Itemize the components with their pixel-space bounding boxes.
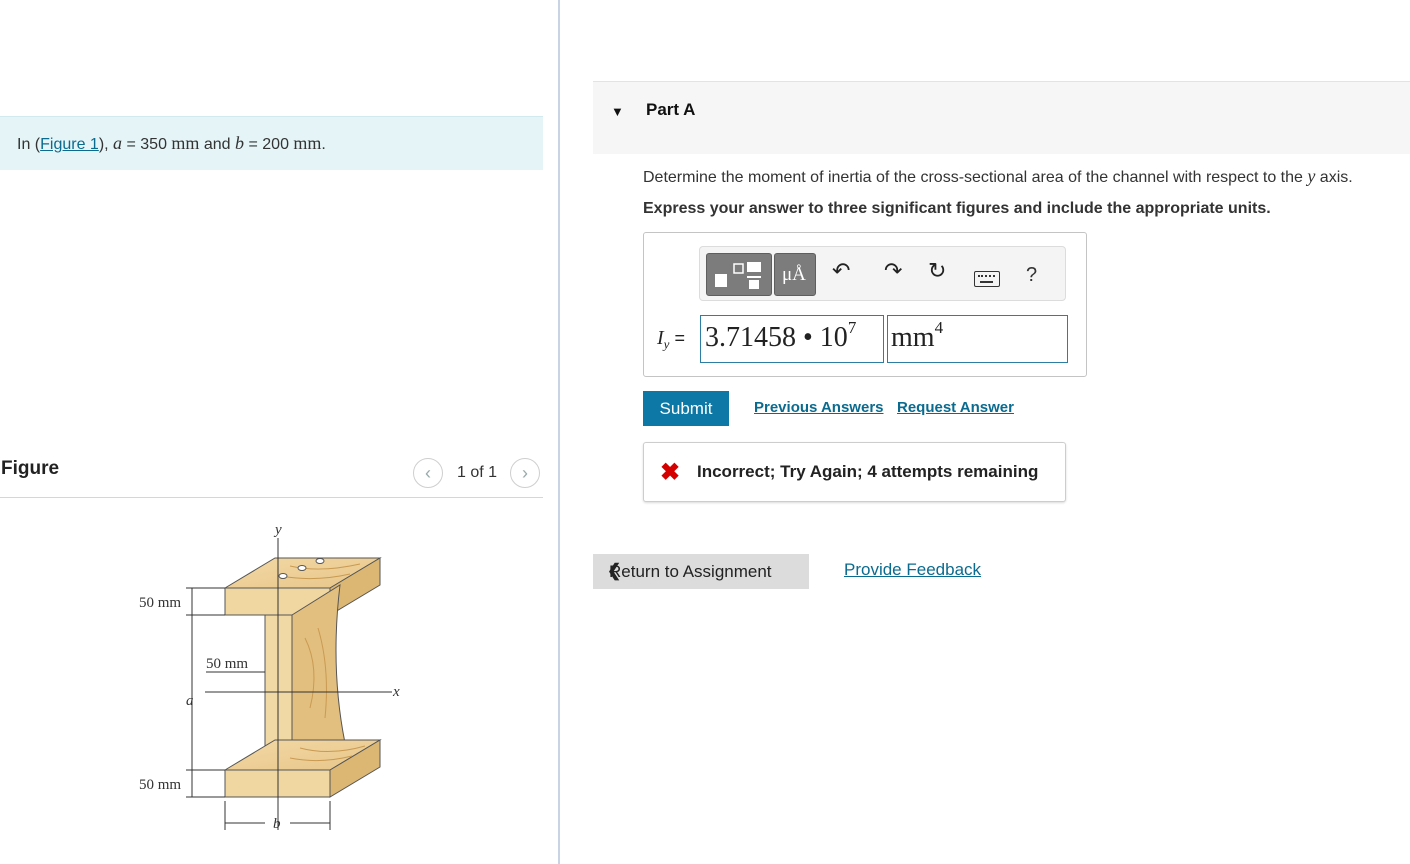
part-title[interactable]: Part A <box>646 100 695 120</box>
pane-divider[interactable] <box>558 0 560 864</box>
x-axis-label: x <box>392 684 400 700</box>
reset-icon[interactable]: ↻ <box>928 258 946 284</box>
request-answer-link[interactable]: Request Answer <box>897 399 1014 416</box>
chevron-right-icon: › <box>522 463 528 483</box>
chevron-left-icon: ❮ <box>607 561 622 580</box>
problem-statement: In (Figure 1), a = 350 mm and b = 200 mm… <box>17 133 326 154</box>
return-label: Return to Assignment <box>609 562 772 581</box>
template-button[interactable] <box>706 253 772 296</box>
x-icon: ✖ <box>660 459 681 486</box>
dim-b-label: b <box>273 816 281 832</box>
dim-top-flange-label: 50 mm <box>139 595 181 611</box>
return-to-assignment-button[interactable]: Return to Assignment <box>593 554 809 589</box>
question-suffix: axis. <box>1315 169 1353 186</box>
instruction-text: Express your answer to three significant… <box>643 200 1271 217</box>
dim-a-label: a <box>186 693 194 709</box>
figure-next-button[interactable]: › <box>510 458 540 488</box>
keyboard-icon[interactable] <box>974 271 1000 287</box>
redo-icon[interactable]: ↷ <box>884 258 902 284</box>
keyboard-space <box>980 281 993 283</box>
units-base: mm <box>891 322 935 353</box>
provide-feedback-link[interactable]: Provide Feedback <box>844 560 981 580</box>
left-pane: In (Figure 1), a = 350 mm and b = 200 mm… <box>0 0 558 864</box>
question-prefix: Determine the moment of inertia of the c… <box>643 169 1308 186</box>
keyboard-keys <box>978 275 995 279</box>
value-exponent: 7 <box>847 318 857 337</box>
figure-prev-button[interactable]: ‹ <box>413 458 443 488</box>
value-input-text: 3.71458 • 107 <box>705 318 856 354</box>
answer-equals: = <box>669 328 685 348</box>
chevron-left-icon: ‹ <box>425 463 431 483</box>
part-header[interactable] <box>593 81 1410 154</box>
dim-bottom-flange-label: 50 mm <box>139 777 181 793</box>
unit-a: mm <box>171 133 200 153</box>
y-axis-label: y <box>273 522 282 538</box>
undo-icon[interactable]: ↶ <box>832 258 850 284</box>
triangle-down-icon[interactable]: ▼ <box>611 104 624 119</box>
units-button-label: μÅ <box>782 264 806 285</box>
beam-cross-section-figure: y x 50 mm 50 mm a 50 mm b <box>139 522 400 832</box>
figure-count: 1 of 1 <box>457 464 498 481</box>
figure-divider <box>0 497 543 498</box>
feedback-text: Incorrect; Try Again; 4 attempts remaini… <box>697 462 1039 481</box>
answer-var-main: I <box>657 327 664 349</box>
fraction-template-icon <box>715 262 761 289</box>
dim-web-label: 50 mm <box>206 656 248 672</box>
problem-period: . <box>321 136 326 153</box>
problem-text-prefix: In ( <box>17 136 41 153</box>
problem-and: and <box>199 136 236 153</box>
figure-heading: Figure <box>1 458 60 479</box>
submit-button[interactable]: Submit <box>643 391 729 426</box>
units-button[interactable]: μÅ <box>774 253 816 296</box>
help-button[interactable]: ? <box>1026 264 1037 287</box>
answer-variable: Iy = <box>657 327 685 353</box>
units-exponent: 4 <box>934 318 944 337</box>
problem-text-sep: ), <box>98 136 114 153</box>
figure-link[interactable]: Figure 1 <box>40 136 99 153</box>
previous-answers-link[interactable]: Previous Answers <box>754 399 884 416</box>
var-a: a <box>113 133 123 153</box>
value-b: = 200 <box>244 136 294 153</box>
value-mantissa: 3.71458 • 10 <box>705 322 848 353</box>
units-input-text: mm4 <box>891 318 943 354</box>
var-b: b <box>235 133 245 153</box>
value-a: = 350 <box>122 136 172 153</box>
question-text: Determine the moment of inertia of the c… <box>643 166 1353 187</box>
unit-b: mm <box>293 133 322 153</box>
